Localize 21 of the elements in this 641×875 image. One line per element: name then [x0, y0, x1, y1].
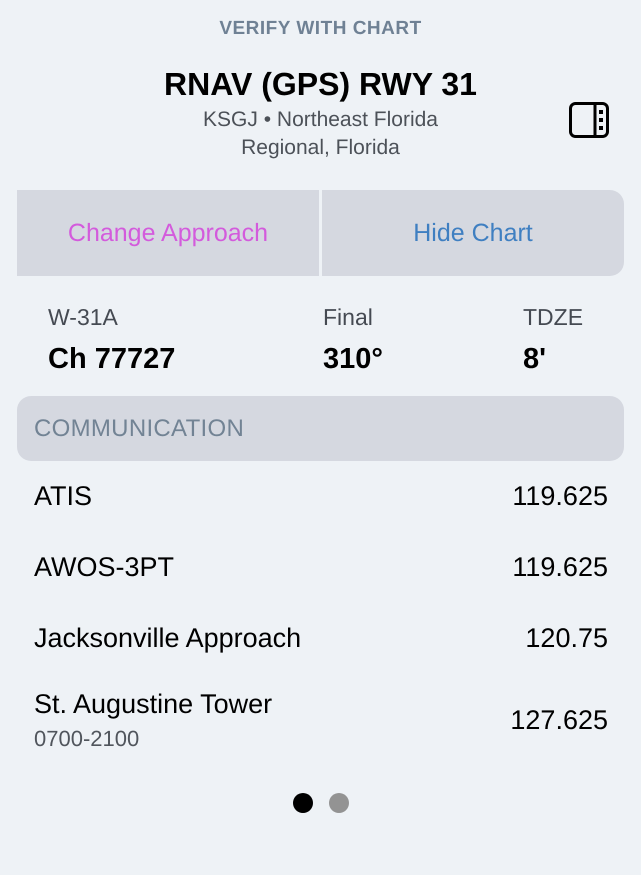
hide-chart-button[interactable]: Hide Chart [322, 190, 624, 276]
notice-label: VERIFY WITH CHART [219, 18, 422, 40]
change-approach-button[interactable]: Change Approach [17, 190, 319, 276]
info-label: TDZE [523, 304, 584, 331]
info-value: Ch 77727 [48, 343, 176, 376]
frequency-value: 127.625 [510, 704, 608, 736]
section-header: COMMUNICATION [17, 396, 624, 461]
frequency-value: 119.625 [512, 552, 608, 583]
info-label: Final [323, 304, 373, 331]
frequency-name: ATIS [34, 481, 92, 512]
approach-title: RNAV (GPS) RWY 31 [164, 66, 477, 103]
airport-subtitle: KSGJ • Northeast Florida Regional, Florida [202, 107, 439, 161]
info-value: 8' [523, 343, 546, 376]
frequency-value: 120.75 [525, 623, 608, 654]
info-value: 310° [323, 343, 383, 376]
frequency-value: 119.625 [512, 481, 608, 512]
frequency-hours: 0700-2100 [34, 726, 140, 752]
frequency-name: St. Augustine Tower [34, 688, 272, 720]
frequency-name: AWOS-3PT [34, 552, 174, 583]
info-label: W-31A [48, 304, 118, 331]
frequency-name: Jacksonville Approach [34, 623, 302, 654]
